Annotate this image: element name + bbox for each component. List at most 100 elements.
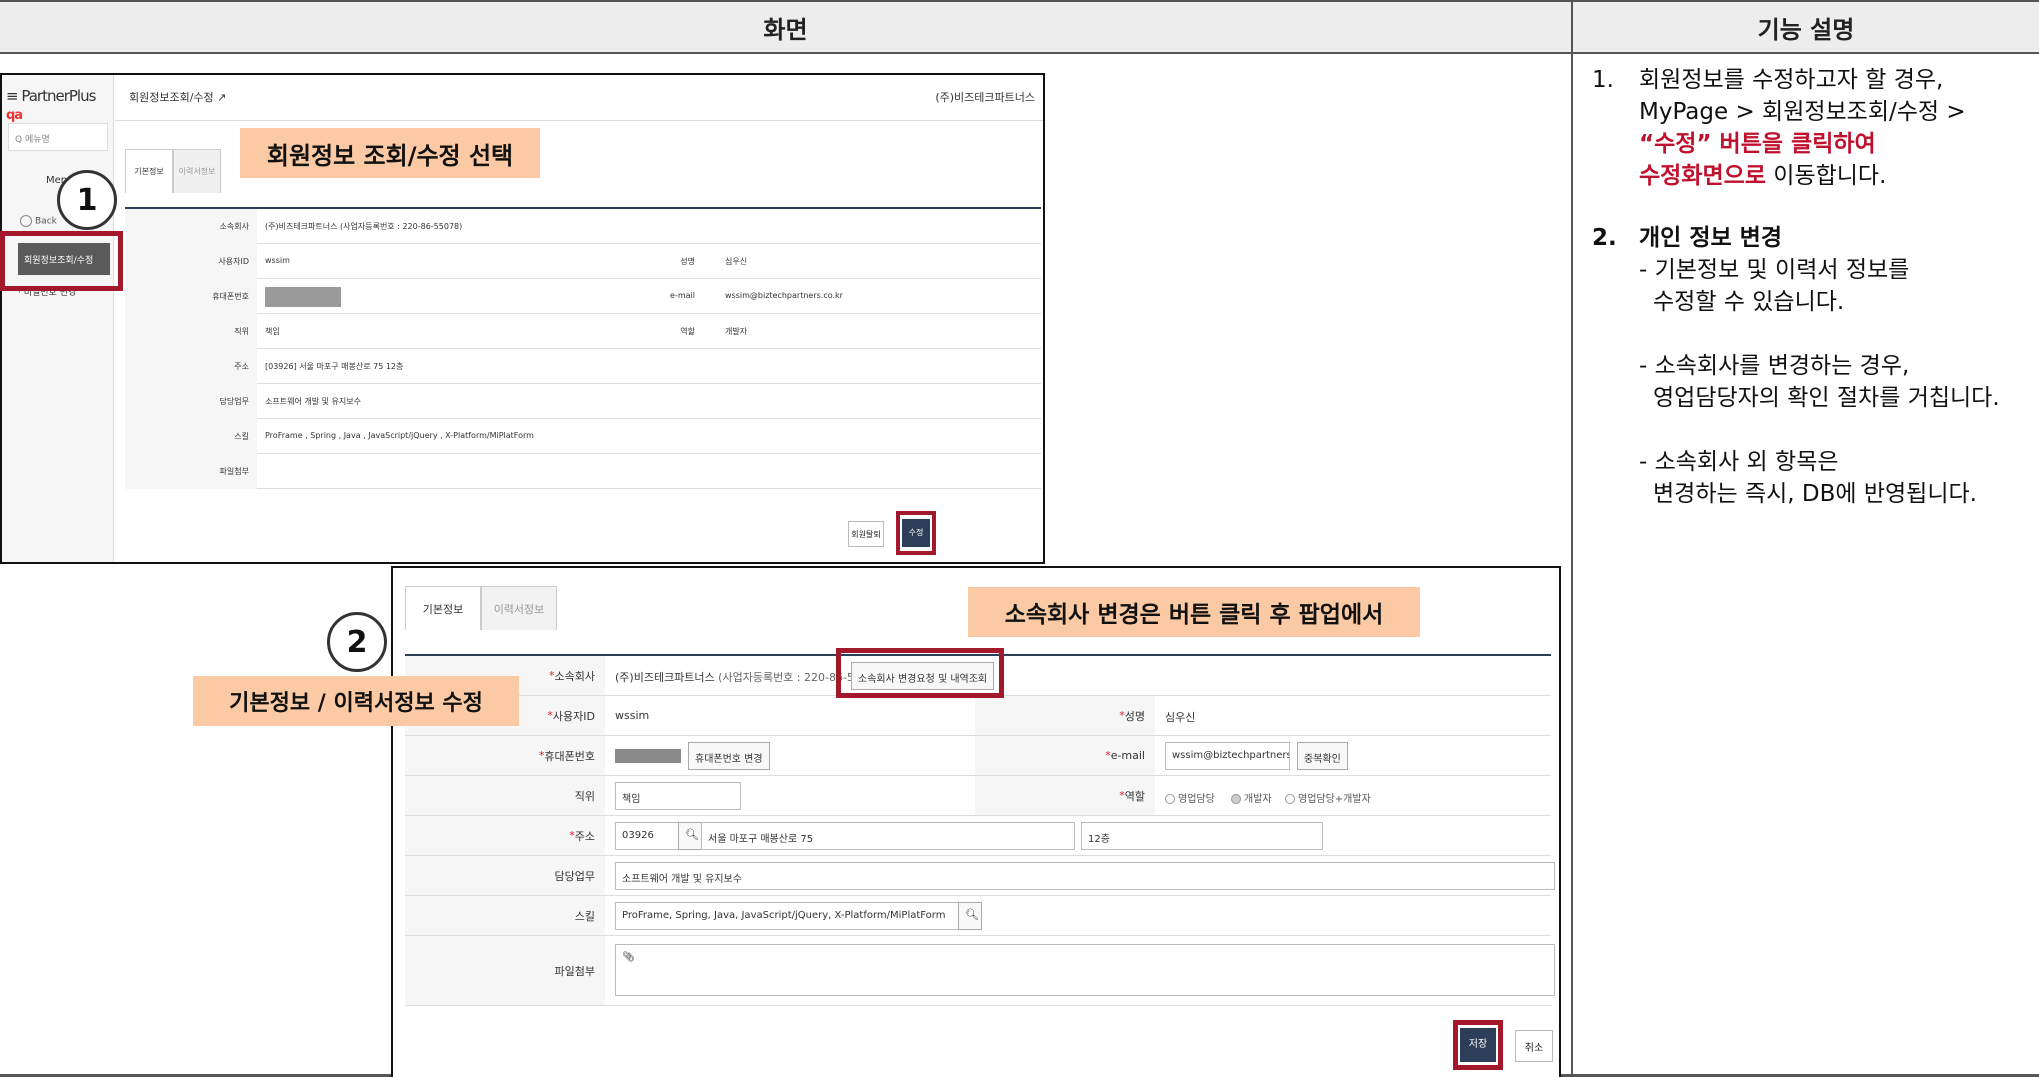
company-name: (주)비즈테크파트너스 bbox=[935, 91, 1035, 104]
table-row: 주소 [03926] 서울 마포구 매봉산로 75 12층 bbox=[125, 349, 1041, 384]
file-attach-area[interactable]: 📎︎ bbox=[615, 944, 1555, 996]
search-icon: 🔍︎ bbox=[685, 828, 699, 841]
row-value: 심우신 bbox=[725, 257, 748, 266]
row-value: ProFrame , Spring , Java , JavaScript/jQ… bbox=[265, 431, 534, 440]
table-row: * 휴대폰번호 휴대폰번호 변경 * e-mail wssim@biztechpar… bbox=[405, 736, 1551, 776]
skill-label: 스킬 bbox=[405, 896, 605, 935]
role-radio-developer[interactable]: 개발자 bbox=[1231, 790, 1272, 805]
header-description: 기능 설명 bbox=[1757, 15, 1855, 44]
row-value: (주)비즈테크파트너스 (사업자등록번호 : 220-86-55078) bbox=[265, 222, 463, 231]
tab-resume-info[interactable]: 이력서정보 bbox=[173, 149, 221, 193]
table-row: 소속회사 (주)비즈테크파트너스 (사업자등록번호 : 220-86-55078… bbox=[125, 209, 1041, 244]
item1-line2: MyPage > 회원정보조회/수정 > bbox=[1639, 99, 1966, 125]
search-icon: Q bbox=[15, 135, 25, 145]
row-label: e-mail bbox=[670, 291, 695, 300]
edit-button-highlight: 수정 bbox=[896, 511, 936, 555]
item1-number: 1. bbox=[1592, 67, 1614, 93]
address-detail-field[interactable]: 12층 bbox=[1081, 822, 1323, 850]
row-value: wssim@biztechpartners.co.kr bbox=[725, 291, 843, 300]
item1-line1: 회원정보를 수정하고자 할 경우, bbox=[1639, 67, 1944, 93]
position-field[interactable]: 책임 bbox=[615, 782, 741, 810]
userid-value: wssim bbox=[615, 709, 650, 722]
content: 기본정보 이력서정보 소속회사 (주)비즈테크파트너스 (사업자등록번호 : 2… bbox=[115, 121, 1043, 562]
item1-line3: “수정” 버튼을 클릭하여 bbox=[1639, 131, 1876, 157]
row-label: 소속회사 bbox=[125, 209, 257, 244]
address-label: * 주소 bbox=[405, 816, 605, 855]
table-row: 파일첨부 📎︎ bbox=[405, 936, 1555, 1006]
highlight-company-change-button bbox=[836, 648, 1004, 698]
withdraw-button[interactable]: 회원탈퇴 bbox=[848, 521, 884, 547]
duty-label: 담당업무 bbox=[405, 856, 605, 895]
row-value: 책임 bbox=[265, 327, 280, 336]
table-header: 화면 기능 설명 bbox=[0, 0, 2039, 54]
row-value: 개발자 bbox=[725, 327, 748, 336]
table-row: 파일첨부 bbox=[125, 454, 1041, 489]
phone-label: * 휴대폰번호 bbox=[405, 736, 605, 775]
row-label: 스킬 bbox=[125, 419, 257, 454]
screenshot-member-info-edit: 기본정보 이력서정보 * 소속회사 (주)비즈테크파트너스 (사업자등록번호 : … bbox=[391, 566, 1561, 1077]
back-button[interactable]: Back bbox=[20, 215, 57, 227]
zipcode-field[interactable]: 03926 bbox=[615, 822, 679, 850]
save-button-highlight: 저장 bbox=[1453, 1020, 1503, 1070]
tab-resume-info[interactable]: 이력서정보 bbox=[481, 586, 557, 630]
row-label: 성명 bbox=[680, 257, 695, 266]
table-row: 직위 책임 역할 개발자 bbox=[125, 314, 1041, 349]
table-row: 스킬 ProFrame , Spring , Java , JavaScript… bbox=[125, 419, 1041, 454]
role-label: * 역할 bbox=[975, 776, 1155, 815]
role-radio-both[interactable]: 영업담당+개발자 bbox=[1285, 790, 1371, 805]
name-label: * 성명 bbox=[975, 696, 1155, 735]
skill-field[interactable]: ProFrame, Spring, Java, JavaScript/jQuer… bbox=[615, 902, 959, 930]
menu-icon[interactable]: ≡ bbox=[6, 87, 21, 105]
email-duplicate-check-button[interactable]: 중복확인 bbox=[1297, 742, 1348, 770]
step-number-1: 1 bbox=[57, 170, 117, 230]
top-bar: 회원정보조회/수정 ↗ (주)비즈테크파트너스 bbox=[115, 75, 1043, 121]
tab-basic-info[interactable]: 기본정보 bbox=[125, 149, 173, 193]
logo: ≡ PartnerPlus qa bbox=[6, 87, 96, 123]
table-row: 사용자ID wssim 성명 심우신 bbox=[125, 244, 1041, 279]
role-radio-sales[interactable]: 영업담당 bbox=[1165, 790, 1215, 805]
callout-edit-basic-resume: 기본정보 / 이력서정보 수정 bbox=[193, 676, 519, 726]
name-value: 심우신 bbox=[1165, 711, 1196, 724]
step-number-2: 2 bbox=[327, 612, 387, 672]
row-value: wssim bbox=[265, 256, 290, 265]
row-value: [03926] 서울 마포구 매봉산로 75 12층 bbox=[265, 362, 404, 371]
cancel-button[interactable]: 취소 bbox=[1515, 1030, 1553, 1062]
save-button[interactable]: 저장 bbox=[1460, 1028, 1496, 1062]
skill-search-button[interactable]: 🔍︎ bbox=[958, 902, 982, 930]
phone-change-button[interactable]: 휴대폰번호 변경 bbox=[688, 742, 770, 770]
table-row: * 사용자ID wssim * 성명 심우신 bbox=[405, 696, 1551, 736]
item2-b2-line1: - 소속회사를 변경하는 경우, bbox=[1639, 353, 1910, 379]
email-label: * e-mail bbox=[975, 736, 1155, 775]
highlight-sidebar-item bbox=[0, 231, 123, 291]
phone-redacted bbox=[265, 287, 341, 307]
position-label: 직위 bbox=[405, 776, 605, 815]
table-row: * 주소 03926 🔍︎ 서울 마포구 매봉산로 75 12층 bbox=[405, 816, 1551, 856]
breadcrumb: 회원정보조회/수정 ↗ bbox=[129, 91, 227, 104]
table-row: 스킬 ProFrame, Spring, Java, JavaScript/jQ… bbox=[405, 896, 1551, 936]
item2-b2-line2: 영업담당자의 확인 절차를 거칩니다. bbox=[1653, 385, 2000, 411]
row-label: 주소 bbox=[125, 349, 257, 384]
email-field[interactable]: wssim@biztechpartners.cc bbox=[1165, 742, 1290, 770]
row-label: 직위 bbox=[125, 314, 257, 349]
edit-button[interactable]: 수정 bbox=[902, 519, 930, 547]
menu-search-input[interactable]: Q 메뉴명 bbox=[8, 123, 108, 151]
callout-select-member-info: 회원정보 조회/수정 선택 bbox=[240, 128, 540, 178]
duty-field[interactable]: 소프트웨어 개발 및 유지보수 bbox=[615, 862, 1555, 890]
item2-b1-line2: 수정할 수 있습니다. bbox=[1653, 289, 1845, 315]
item2-b3-line1: - 소속회사 외 항목은 bbox=[1639, 449, 1839, 475]
address-field[interactable]: 서울 마포구 매봉산로 75 bbox=[701, 822, 1075, 850]
file-label: 파일첨부 bbox=[405, 936, 605, 1005]
item2-number: 2. bbox=[1592, 225, 1617, 251]
address-search-button[interactable]: 🔍︎ bbox=[678, 822, 702, 850]
sidebar: ≡ PartnerPlus qa Q 메뉴명 Menu Back 회원정보조회/… bbox=[2, 75, 114, 562]
item1-line4-red: 수정화면으로 bbox=[1639, 163, 1766, 189]
table-row: 담당업무 소프트웨어 개발 및 유지보수 bbox=[405, 856, 1555, 896]
item2-title: 개인 정보 변경 bbox=[1639, 225, 1782, 251]
callout-company-change: 소속회사 변경은 버튼 클릭 후 팝업에서 bbox=[968, 587, 1420, 637]
row-label: 담당업무 bbox=[125, 384, 257, 419]
search-icon: 🔍︎ bbox=[965, 908, 979, 921]
item1-line4-rest: 이동합니다. bbox=[1765, 163, 1887, 189]
table-row: 휴대폰번호 e-mail wssim@biztechpartners.co.kr bbox=[125, 279, 1041, 314]
row-label: 휴대폰번호 bbox=[125, 279, 257, 314]
tab-basic-info[interactable]: 기본정보 bbox=[405, 586, 481, 630]
